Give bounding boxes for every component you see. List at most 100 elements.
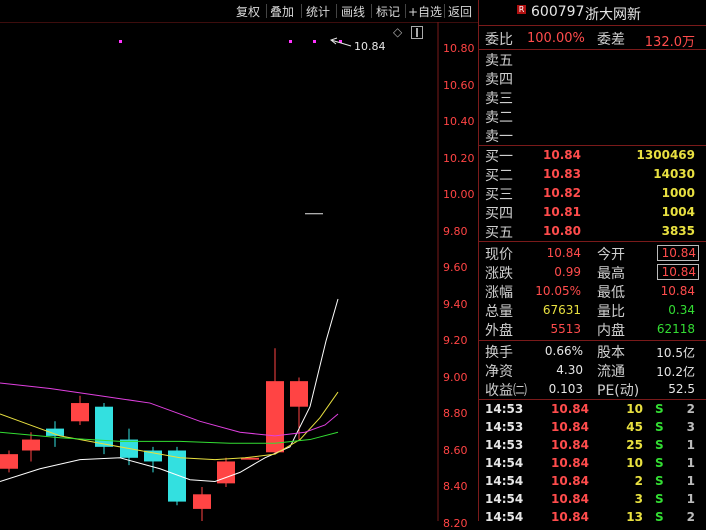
panel-toggle-icon[interactable] xyxy=(411,26,423,39)
weibi-label: 委比 xyxy=(485,32,513,48)
chart-markers xyxy=(119,37,352,47)
volume-label: 总量 xyxy=(485,304,513,320)
kline-chart[interactable]: 10.80 10.60 10.40 10.20 10.00 9.80 9.60 9.40 9.2… xyxy=(0,22,478,530)
eps-value: 0.103 xyxy=(548,382,583,396)
tick-row: 14:53 10.84 45 S 3 xyxy=(479,419,706,437)
bid-label: 买四 xyxy=(485,206,513,222)
bid-label: 买二 xyxy=(485,168,513,184)
pe-value: 52.5 xyxy=(668,382,695,396)
low-label: 最低 xyxy=(597,285,625,301)
candle-body xyxy=(22,439,40,451)
volume-ratio-value: 0.34 xyxy=(668,303,695,317)
add-watchlist-button[interactable]: +自选 xyxy=(408,3,442,20)
tick-row: 14:53 10.84 25 S 1 xyxy=(479,437,706,455)
ma20-line xyxy=(0,382,339,437)
high-value: 10.84 xyxy=(657,264,699,280)
weicha-value: 132.0万 xyxy=(644,35,695,50)
ask-label: 卖二 xyxy=(485,110,513,126)
price-tick-label: 8.20 xyxy=(443,516,468,530)
tick-side: S xyxy=(655,510,664,524)
bid-volume: 1000 xyxy=(661,186,695,200)
tick-side: S xyxy=(655,420,664,434)
price-tick-label: 9.60 xyxy=(443,261,468,274)
toolbar-divider xyxy=(266,4,267,18)
tick-row: 14:54 10.84 2 S 1 xyxy=(479,473,706,491)
ask-label: 卖五 xyxy=(485,53,513,69)
tick-side: S xyxy=(655,456,664,470)
divider xyxy=(479,340,706,341)
candle-body xyxy=(266,381,284,453)
price-tick-label: 10.20 xyxy=(443,151,475,165)
tick-volume: 3 xyxy=(634,492,643,506)
tick-side: S xyxy=(655,402,664,416)
tick-time: 14:53 xyxy=(485,402,524,416)
tick-count: 2 xyxy=(686,510,695,524)
tick-volume: 25 xyxy=(626,438,643,452)
marker-dot xyxy=(289,40,292,43)
low-value: 10.84 xyxy=(660,284,695,298)
statistics-button[interactable]: 统计 xyxy=(306,3,330,20)
mark-button[interactable]: 标记 xyxy=(376,3,400,20)
tick-time: 14:53 xyxy=(485,438,524,452)
overlay-button[interactable]: 叠加 xyxy=(270,3,294,20)
diamond-icon[interactable]: ◇ xyxy=(393,25,402,39)
tick-time: 14:53 xyxy=(485,420,524,434)
change-label: 涨跌 xyxy=(485,266,513,282)
bid-price: 10.83 xyxy=(543,167,581,181)
candle-body xyxy=(193,494,211,509)
tick-side: S xyxy=(655,474,664,488)
divider xyxy=(479,241,706,242)
marker-dot xyxy=(119,40,122,43)
price-label: 现价 xyxy=(485,247,513,263)
change-pct-label: 涨幅 xyxy=(485,285,513,301)
price-value: 10.84 xyxy=(546,246,581,260)
tick-price: 10.84 xyxy=(551,456,589,470)
tick-count: 1 xyxy=(686,438,695,452)
high-label: 最高 xyxy=(597,266,625,282)
tick-count: 1 xyxy=(686,456,695,470)
tick-volume: 2 xyxy=(634,474,643,488)
bid-price: 10.84 xyxy=(543,148,581,162)
kline-chart-canvas xyxy=(0,22,478,521)
tick-count: 2 xyxy=(686,402,695,416)
stock-code: 600797 xyxy=(531,4,585,20)
price-tick-label: 10.00 xyxy=(443,188,475,201)
ask-label: 卖三 xyxy=(485,91,513,107)
eps-label: 收益㈡ xyxy=(485,383,527,399)
back-button[interactable]: 返回 xyxy=(448,3,472,20)
tick-volume: 10 xyxy=(626,402,643,416)
tick-price: 10.84 xyxy=(551,438,589,452)
tick-price: 10.84 xyxy=(551,510,589,524)
restore-rights-button[interactable]: 复权 xyxy=(236,3,260,20)
price-tick-label: 8.40 xyxy=(443,480,468,493)
bid-price: 10.82 xyxy=(543,186,581,200)
tick-volume: 10 xyxy=(626,456,643,470)
price-tick-label: 8.80 xyxy=(443,407,468,420)
stock-name: 浙大网新 xyxy=(585,7,641,23)
price-tick-label: 10.40 xyxy=(443,115,475,128)
price-tick-label: 9.80 xyxy=(443,224,468,238)
tick-price: 10.84 xyxy=(551,420,589,434)
turnover-value: 0.66% xyxy=(544,344,583,358)
outer-disk-label: 外盘 xyxy=(485,323,513,339)
volume-value: 67631 xyxy=(542,303,581,317)
net-asset-label: 净资 xyxy=(485,364,513,380)
high-price-label: 10.84 xyxy=(354,40,386,53)
candle-body xyxy=(290,381,308,407)
tick-volume: 45 xyxy=(626,420,643,434)
tick-side: S xyxy=(655,438,664,452)
price-tick-label: 9.20 xyxy=(443,334,468,347)
toolbar-divider xyxy=(405,4,406,18)
float-shares-value: 10.2亿 xyxy=(656,365,695,379)
tick-count: 3 xyxy=(686,420,695,434)
divider xyxy=(479,25,706,26)
tick-time: 14:54 xyxy=(485,492,524,506)
open-label: 今开 xyxy=(597,247,625,263)
outer-disk-value: 5513 xyxy=(550,322,581,336)
tick-row: 14:54 10.84 10 S 1 xyxy=(479,455,706,473)
draw-line-button[interactable]: 画线 xyxy=(341,3,365,20)
tick-row: 14:54 10.84 13 S 2 xyxy=(479,509,706,527)
change-pct-value: 10.05% xyxy=(535,284,581,298)
tick-row: 14:54 10.84 3 S 1 xyxy=(479,491,706,509)
weibi-value: 100.00% xyxy=(527,31,585,46)
